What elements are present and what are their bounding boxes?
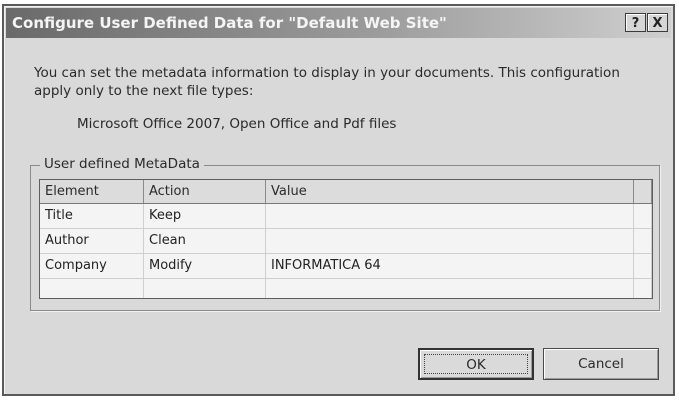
table-row[interactable]: Title Keep xyxy=(40,204,652,229)
column-header-action[interactable]: Action xyxy=(144,180,266,203)
cell-value[interactable]: INFORMATICA 64 xyxy=(266,254,634,278)
help-button[interactable]: ? xyxy=(625,13,646,32)
cell-value[interactable] xyxy=(266,204,634,228)
cell-element[interactable]: Author xyxy=(40,229,144,253)
cell-action[interactable]: Clean xyxy=(144,229,266,253)
description-text: You can set the metadata information to … xyxy=(34,65,620,99)
ok-button-label: OK xyxy=(466,357,486,373)
ok-button[interactable]: OK xyxy=(418,348,534,380)
cancel-button[interactable]: Cancel xyxy=(543,348,659,380)
cell-value[interactable] xyxy=(266,279,634,298)
grid-header: Element Action Value xyxy=(40,180,652,204)
window-title: Configure User Defined Data for "Default… xyxy=(12,14,447,32)
cell-filler xyxy=(634,204,652,228)
file-types-text: Microsoft Office 2007, Open Office and P… xyxy=(77,116,397,132)
cell-action[interactable]: Keep xyxy=(144,204,266,228)
cell-filler xyxy=(634,279,652,298)
title-bar[interactable]: Configure User Defined Data for "Default… xyxy=(6,8,671,38)
help-icon: ? xyxy=(631,16,640,31)
cell-element[interactable]: Company xyxy=(40,254,144,278)
cell-value[interactable] xyxy=(266,229,634,253)
column-header-element[interactable]: Element xyxy=(40,180,144,203)
column-header-value[interactable]: Value xyxy=(266,180,634,203)
groupbox-label: User defined MetaData xyxy=(40,156,204,172)
table-row[interactable]: Company Modify INFORMATICA 64 xyxy=(40,254,652,279)
cell-filler xyxy=(634,229,652,253)
metadata-grid[interactable]: Element Action Value Title Keep Author C… xyxy=(39,179,653,299)
new-row[interactable] xyxy=(40,279,652,298)
cell-element[interactable] xyxy=(40,279,144,298)
close-button[interactable]: X xyxy=(647,13,668,32)
cell-action[interactable]: Modify xyxy=(144,254,266,278)
cell-element[interactable]: Title xyxy=(40,204,144,228)
close-icon: X xyxy=(652,16,663,31)
column-header-filler xyxy=(634,180,652,203)
table-row[interactable]: Author Clean xyxy=(40,229,652,254)
cell-filler xyxy=(634,254,652,278)
cell-action[interactable] xyxy=(144,279,266,298)
